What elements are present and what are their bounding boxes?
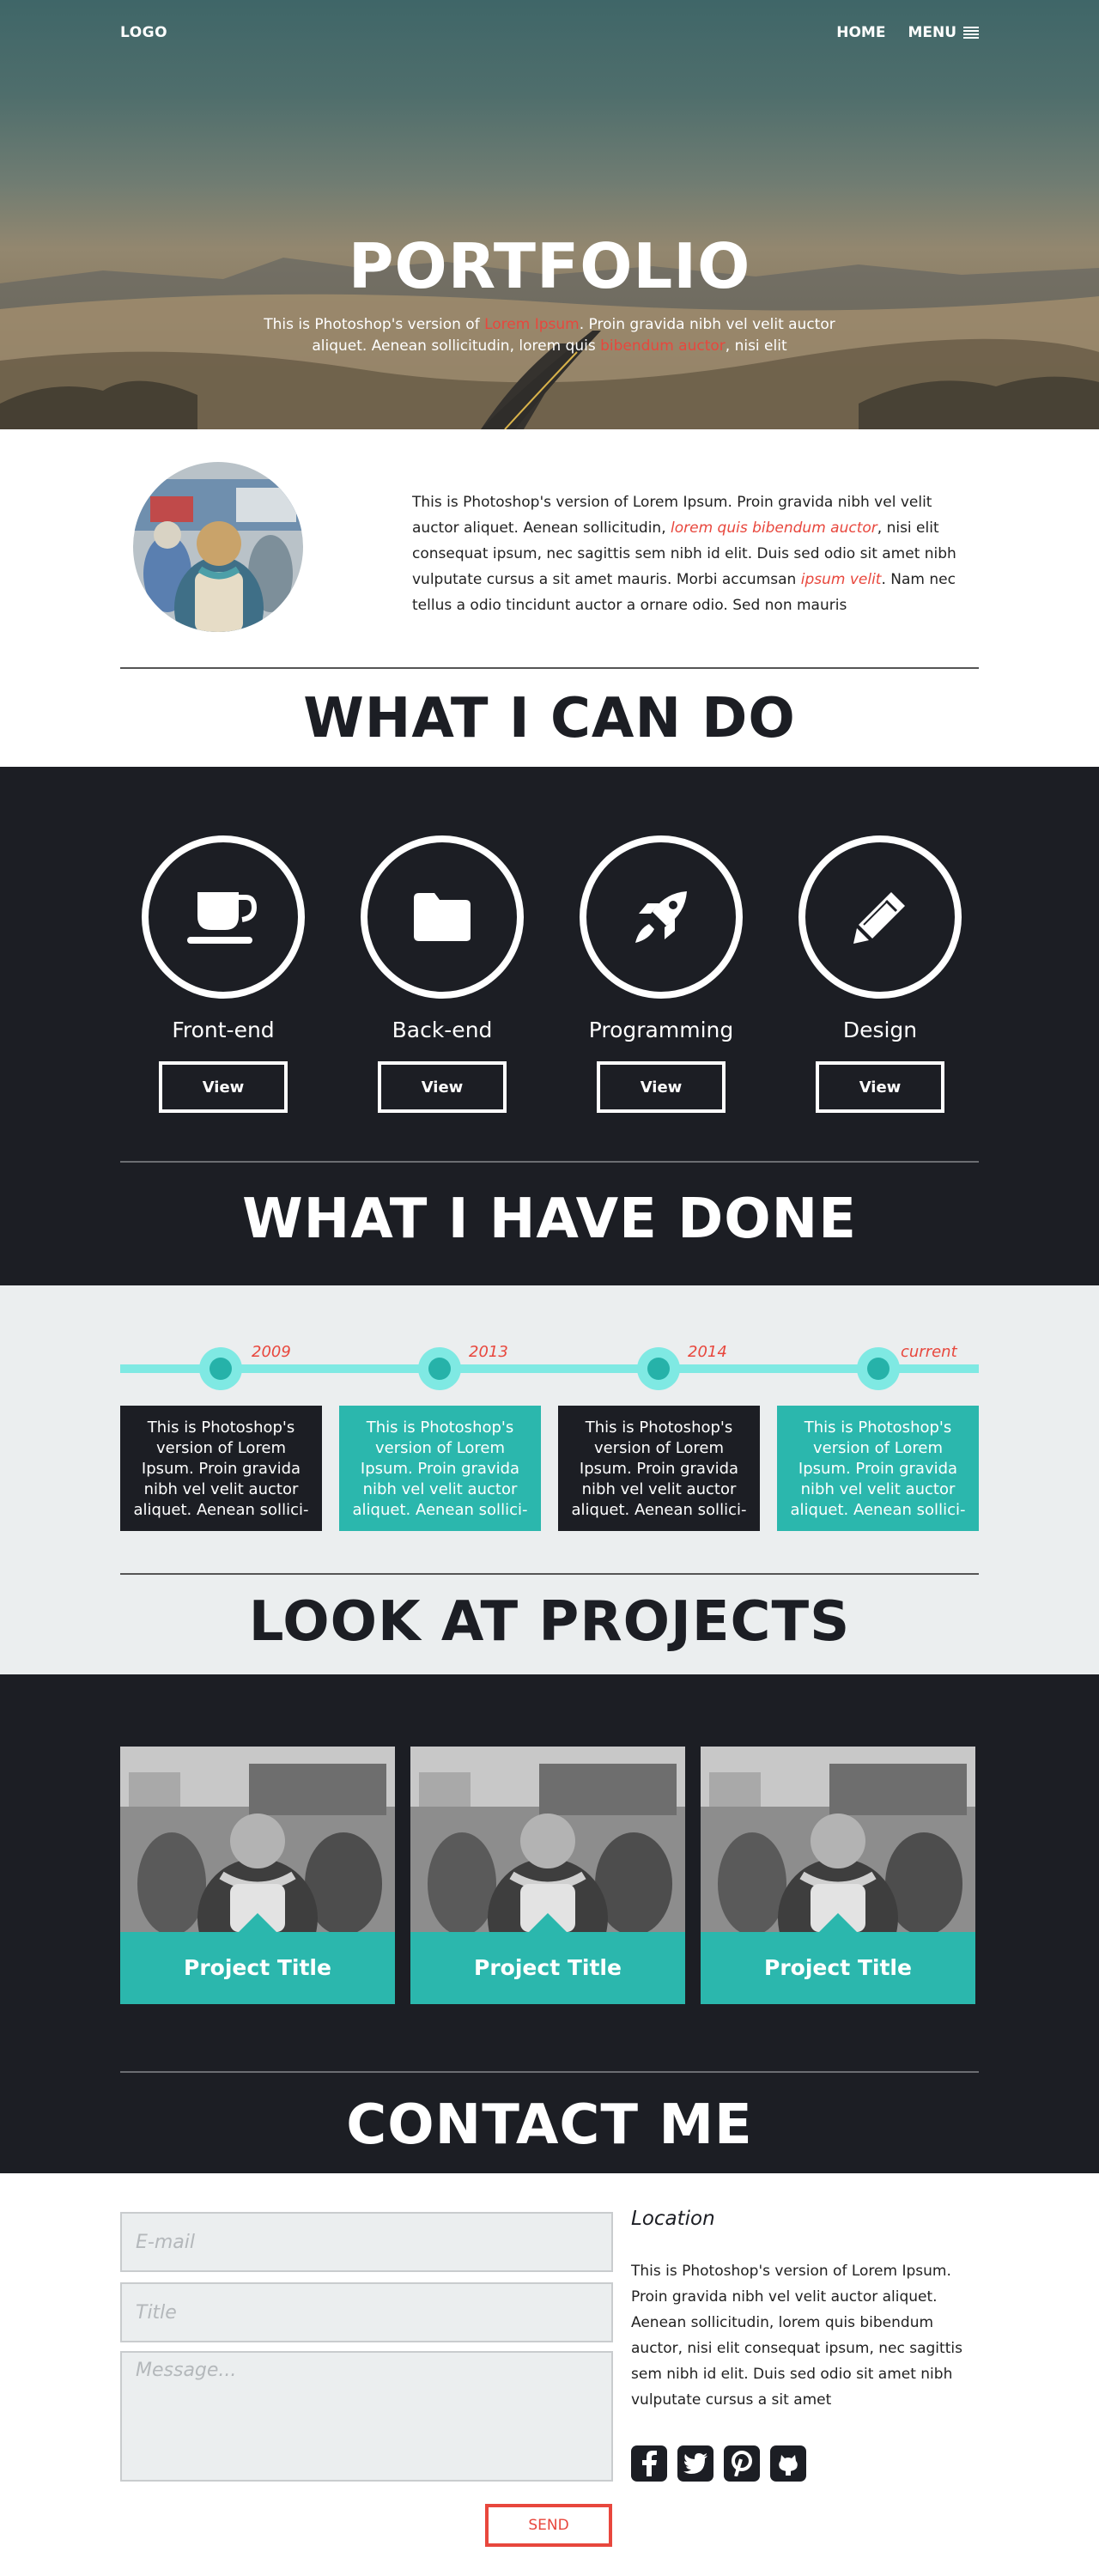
project-card[interactable]: Project Title xyxy=(410,1747,685,2004)
timeline-card: This is Photoshop's version of Lorem Ips… xyxy=(120,1406,322,1531)
skills-section: Front-end View Back-end View Programming… xyxy=(0,767,1099,1285)
rocket-icon xyxy=(635,891,687,943)
section-divider xyxy=(120,667,979,669)
coffee-cup-icon xyxy=(187,892,258,944)
contact-section: Location This is Photoshop's version of … xyxy=(0,2173,1099,2576)
github-icon[interactable] xyxy=(770,2445,806,2482)
timeline-marker xyxy=(418,1347,461,1390)
timeline-marker xyxy=(637,1347,680,1390)
section-divider xyxy=(120,2071,979,2073)
timeline-marker xyxy=(199,1347,242,1390)
nav-links: HOME MENU xyxy=(836,24,979,41)
location-title: Location xyxy=(631,2208,715,2230)
hero-title: PORTFOLIO xyxy=(348,230,751,302)
section-divider xyxy=(120,1573,979,1575)
about-section: This is Photoshop's version of Lorem Ips… xyxy=(0,429,1099,767)
hero-sub-text-1: This is Photoshop's version of xyxy=(264,316,485,333)
project-title: Project Title xyxy=(120,1913,395,2004)
hero-sub-highlight-2: bibendum auctor xyxy=(600,337,726,355)
project-thumbnail xyxy=(410,1747,685,1932)
skill-back-end: Back-end View xyxy=(361,835,524,1113)
timeline-card: This is Photoshop's version of Lorem Ips… xyxy=(777,1406,979,1531)
timeline-line xyxy=(120,1364,979,1373)
timeline-year: 2013 xyxy=(469,1343,508,1361)
about-highlight-2: ipsum velit xyxy=(800,571,882,588)
section-title-projects: LOOK AT PROJECTS xyxy=(248,1590,851,1654)
hero-section: LOGO HOME MENU PORTFOLIO This is Photosh… xyxy=(0,0,1099,429)
nav-home-link[interactable]: HOME xyxy=(836,24,885,41)
pencil-icon xyxy=(853,892,905,944)
top-nav: LOGO HOME MENU xyxy=(120,24,979,43)
section-title-contact: CONTACT ME xyxy=(346,2093,753,2157)
view-front-end-button[interactable]: View xyxy=(159,1061,288,1113)
timeline-marker xyxy=(857,1347,900,1390)
location-text: This is Photoshop's version of Lorem Ips… xyxy=(631,2263,962,2409)
view-design-button[interactable]: View xyxy=(816,1061,944,1113)
message-field[interactable] xyxy=(120,2351,613,2482)
social-links xyxy=(631,2445,806,2482)
email-field[interactable] xyxy=(120,2212,613,2272)
about-highlight-1: lorem quis bibendum auctor xyxy=(671,519,877,537)
nav-menu-button[interactable]: MENU xyxy=(908,24,979,41)
desert-road-background xyxy=(0,258,1099,429)
logo[interactable]: LOGO xyxy=(120,24,167,41)
project-thumbnail xyxy=(120,1747,395,1932)
skill-name: Design xyxy=(842,1018,918,1042)
projects-section: Project Title Project Title Project Titl… xyxy=(0,1674,1099,2173)
project-title: Project Title xyxy=(701,1913,975,2004)
skill-circle xyxy=(580,835,743,999)
nav-menu-label: MENU xyxy=(908,24,956,41)
avatar xyxy=(133,462,303,632)
skill-name: Back-end xyxy=(392,1018,493,1042)
timeline-card: This is Photoshop's version of Lorem Ips… xyxy=(339,1406,541,1531)
skill-circle xyxy=(798,835,962,999)
project-card[interactable]: Project Title xyxy=(120,1747,395,2004)
view-programming-button[interactable]: View xyxy=(597,1061,726,1113)
timeline-card: This is Photoshop's version of Lorem Ips… xyxy=(558,1406,760,1531)
skill-design: Design View xyxy=(798,835,962,1113)
hero-subtitle: This is Photoshop's version of Lorem Ips… xyxy=(258,314,841,357)
about-text: This is Photoshop's version of Lorem Ips… xyxy=(412,489,979,618)
hero-sub-highlight-1: Lorem Ipsum xyxy=(484,316,580,333)
send-button[interactable]: SEND xyxy=(485,2504,612,2547)
facebook-icon[interactable] xyxy=(631,2445,667,2482)
timeline-year: current xyxy=(901,1343,957,1361)
timeline-section: 2009 This is Photoshop's version of Lore… xyxy=(0,1285,1099,1674)
hero-sub-text-3: , nisi elit xyxy=(725,337,787,355)
hamburger-icon xyxy=(963,27,979,39)
view-back-end-button[interactable]: View xyxy=(378,1061,507,1113)
skill-front-end: Front-end View xyxy=(142,835,305,1113)
folder-icon xyxy=(414,893,471,941)
skill-programming: Programming View xyxy=(580,835,743,1113)
project-thumbnail xyxy=(701,1747,975,1932)
section-divider xyxy=(120,1161,979,1163)
title-field[interactable] xyxy=(120,2282,613,2342)
timeline-year: 2014 xyxy=(688,1343,727,1361)
skill-circle xyxy=(142,835,305,999)
project-title: Project Title xyxy=(410,1913,685,2004)
section-title-have-done: WHAT I HAVE DONE xyxy=(242,1188,857,1251)
section-title-can-do: WHAT I CAN DO xyxy=(303,687,796,750)
skill-name: Programming xyxy=(588,1018,734,1042)
skill-name: Front-end xyxy=(172,1018,275,1042)
pinterest-icon[interactable] xyxy=(724,2445,760,2482)
skill-circle xyxy=(361,835,524,999)
timeline-year: 2009 xyxy=(252,1343,291,1361)
twitter-icon[interactable] xyxy=(677,2445,713,2482)
project-card[interactable]: Project Title xyxy=(701,1747,975,2004)
